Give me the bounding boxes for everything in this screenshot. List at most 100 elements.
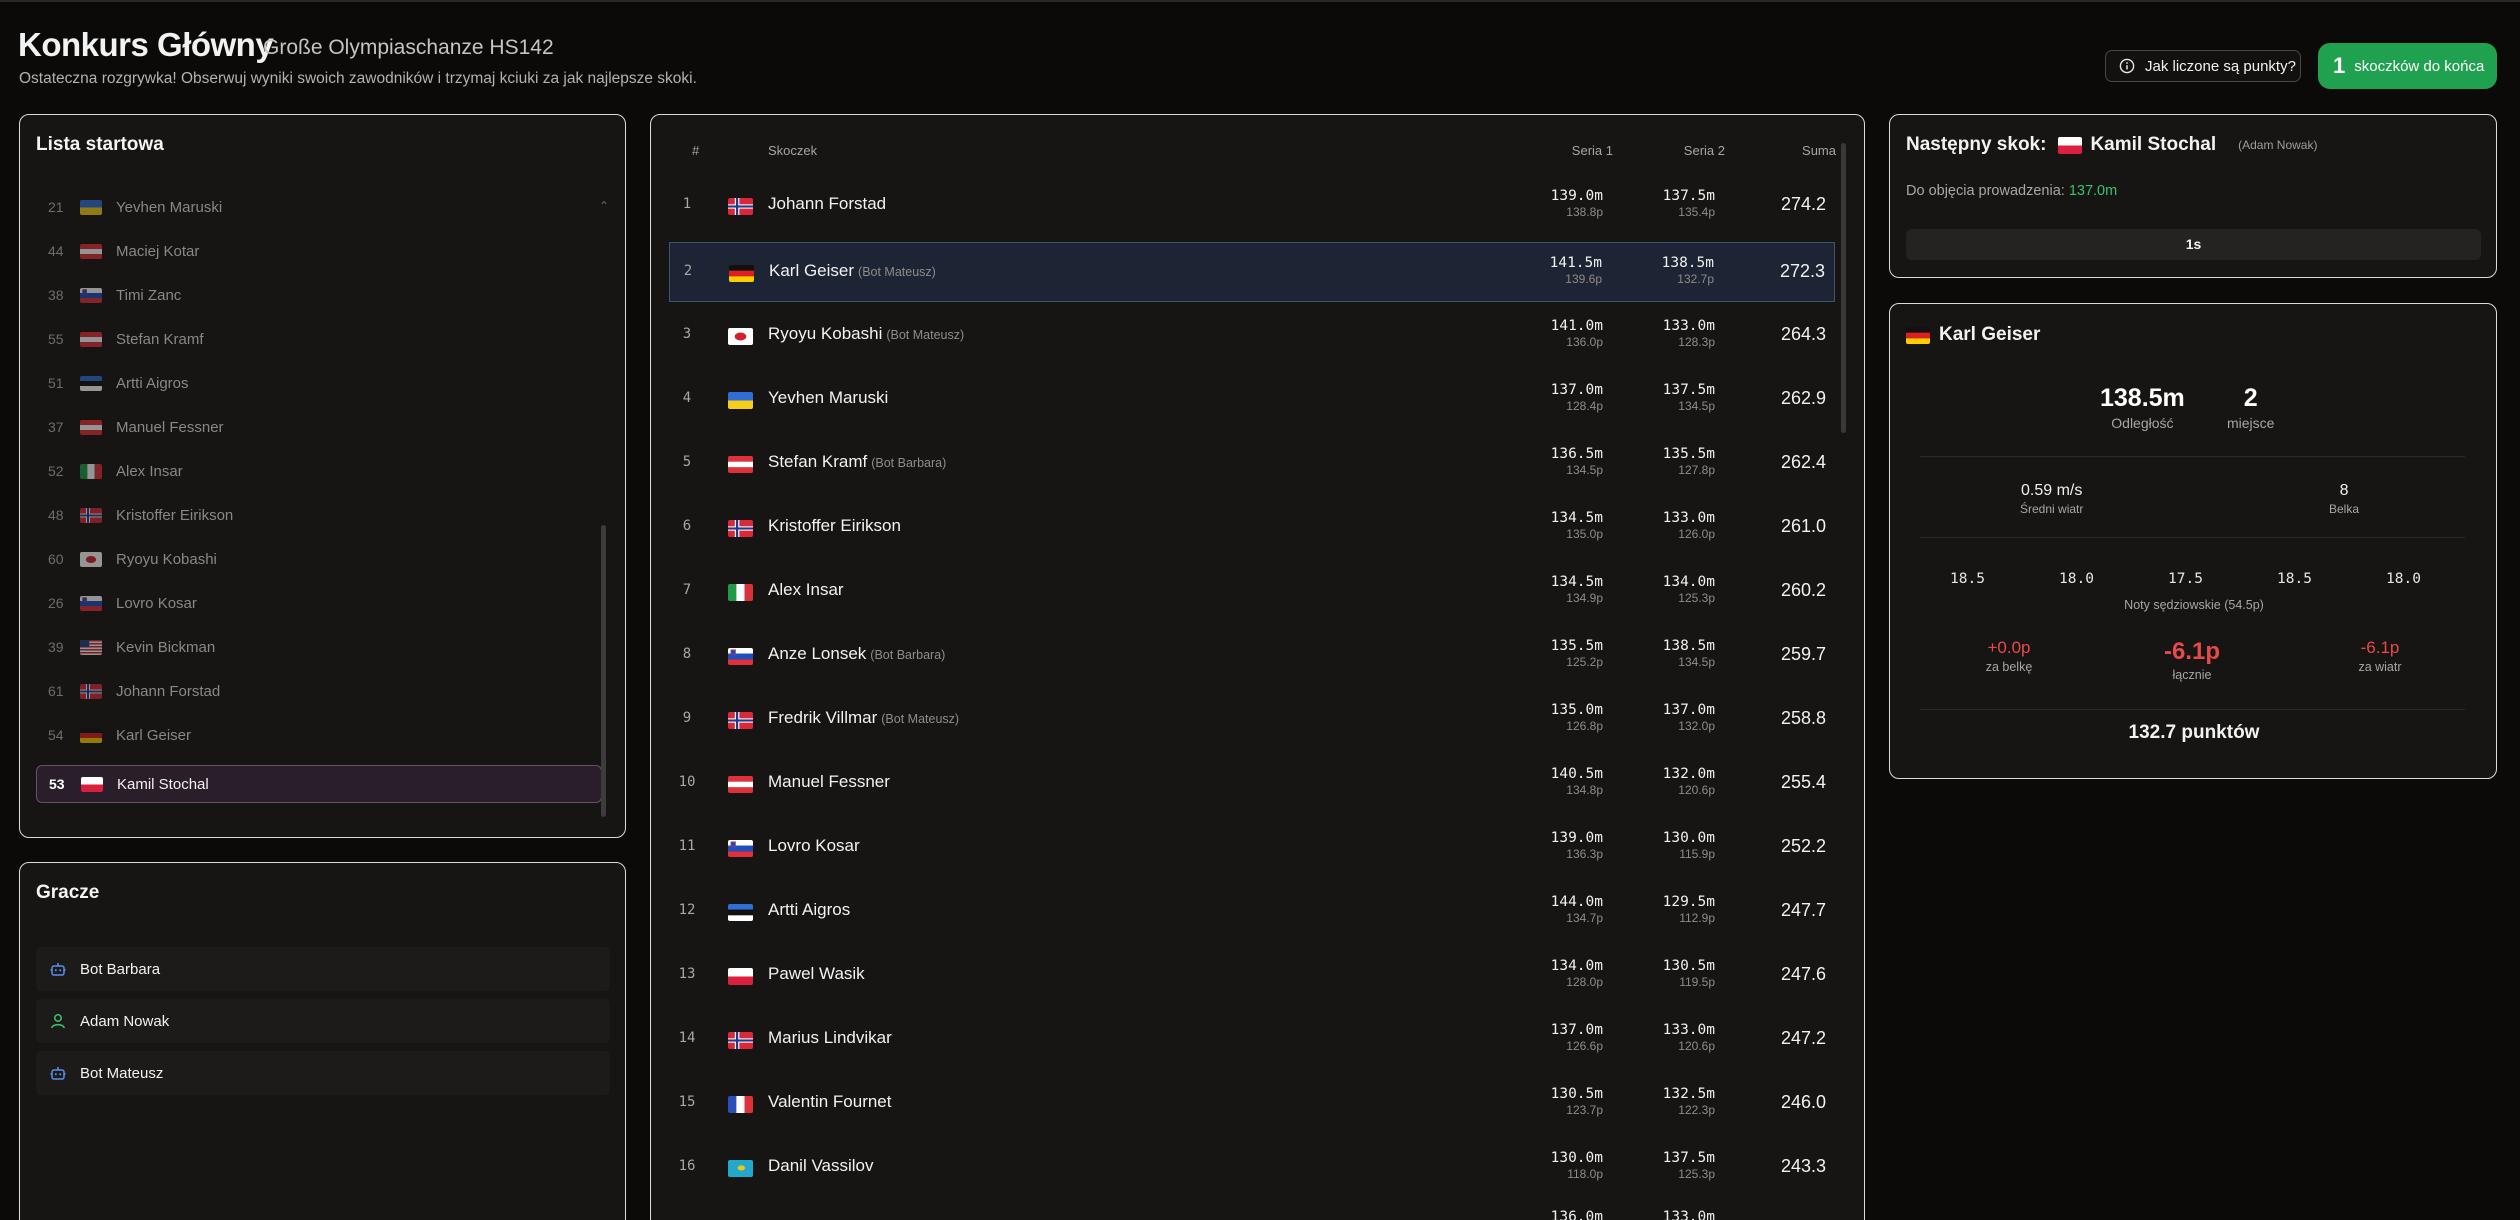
jumper-name: Timi Zanc — [116, 286, 182, 304]
start-list-item[interactable]: 61 Johann Forstad — [36, 669, 619, 713]
table-row[interactable]: 14 Marius Lindvikar 137.0m 126.6p 133.0m 120.… — [669, 1010, 1835, 1070]
distance-label: Odległość — [2111, 415, 2174, 431]
rank: 2 — [683, 263, 693, 279]
jumper-name: Artti Aigros — [116, 374, 189, 392]
table-row[interactable]: 7 Alex Insar 134.5m 134.9p 134.0m 125.3p 260.2 — [669, 562, 1835, 622]
total-compensation-label: łącznie — [2172, 668, 2212, 682]
table-row[interactable]: 1 Johann Forstad 139.0m 138.8p 137.5m 135.4p 2… — [669, 176, 1835, 236]
flag-icon — [80, 639, 102, 655]
rank: 13 — [678, 966, 696, 982]
gate-points-value: +0.0p — [1987, 638, 2031, 657]
jumper-name: Manuel Fessner — [116, 418, 224, 436]
round1-distance: 144.0m — [1550, 894, 1603, 910]
start-list-item[interactable]: 60 Ryoyu Kobashi — [36, 537, 619, 581]
total-compensation: -6.1p łącznie — [2152, 638, 2232, 682]
flag-icon — [80, 419, 102, 435]
round2-points: 126.0p — [1678, 527, 1715, 541]
round2-points: 127.8p — [1678, 463, 1715, 477]
rank: 6 — [682, 518, 692, 534]
detail-title: Karl Geiser — [1906, 324, 2040, 346]
round1-distance: 141.5m — [1549, 255, 1602, 271]
round2-cell: 132.5m 122.3p — [1663, 1086, 1715, 1117]
start-list-item[interactable]: 38 Timi Zanc — [36, 273, 619, 317]
start-list-item[interactable]: 44 Maciej Kotar — [36, 229, 619, 273]
jumper-name: Kevin Bickman — [116, 638, 216, 656]
results-scrollbar[interactable] — [1841, 143, 1846, 433]
jumper-name: Fredrik Villmar — [768, 708, 878, 727]
round1-cell: 136.0m — [1551, 1209, 1603, 1220]
start-list-item-current[interactable]: 53 Kamil Stochal — [36, 765, 602, 803]
table-row[interactable]: 11 Lovro Kosar 139.0m 136.3p 130.0m 115.9p 252… — [669, 818, 1835, 878]
judge-score: 18.0 — [2059, 571, 2094, 587]
remaining-label: skoczków do końca — [2354, 57, 2485, 75]
flag-icon — [80, 683, 102, 699]
bib-number: 37 — [48, 419, 64, 435]
total-score: 264.3 — [1780, 324, 1826, 344]
table-row[interactable]: 5 Stefan Kramf (Bot Barbara) 136.5m 134.5p 13… — [669, 434, 1835, 494]
owner: (Bot Barbara) — [871, 456, 947, 470]
jumper-name: Artti Aigros — [768, 900, 851, 919]
start-list-item[interactable]: 51 Artti Aigros — [36, 361, 619, 405]
how-points-label: Jak liczone są punkty? — [2145, 57, 2296, 75]
jumper-name: Pawel Wasik — [768, 964, 865, 983]
table-row[interactable]: 136.0m 133.0m — [669, 1197, 1835, 1220]
player-item[interactable]: Adam Nowak — [36, 999, 610, 1043]
table-row[interactable]: 3 Ryoyu Kobashi (Bot Mateusz) 141.0m 136.0p 1… — [669, 306, 1835, 366]
owner: (Bot Mateusz) — [886, 328, 965, 342]
how-points-button[interactable]: Jak liczone są punkty? — [2105, 50, 2301, 82]
table-row[interactable]: 4 Yevhen Maruski 137.0m 128.4p 137.5m 134.5p 2… — [669, 370, 1835, 430]
table-row[interactable]: 15 Valentin Fournet 130.5m 123.7p 132.5m 122.… — [669, 1074, 1835, 1134]
start-list-item[interactable]: 37 Manuel Fessner — [36, 405, 619, 449]
start-list-scrollbar[interactable] — [601, 525, 606, 817]
jumper-cell: Artti Aigros — [768, 900, 854, 920]
table-row[interactable]: 10 Manuel Fessner 140.5m 134.8p 132.0m 120.6p… — [669, 754, 1835, 814]
table-row[interactable]: 13 Pawel Wasik 134.0m 128.0p 130.5m 119.5p 247… — [669, 946, 1835, 1006]
flag-icon — [80, 463, 102, 479]
round2-distance: 130.0m — [1662, 830, 1715, 846]
table-row[interactable]: 16 Danil Vassilov 130.0m 118.0p 137.5m 125.3p… — [669, 1138, 1835, 1198]
round2-distance: 138.5m — [1661, 255, 1714, 271]
round1-distance: 130.0m — [1550, 1150, 1603, 1166]
flag-icon — [2058, 136, 2083, 154]
flag-icon — [80, 331, 102, 347]
table-row[interactable]: 6 Kristoffer Eirikson 134.5m 135.0p 133.0m 12… — [669, 498, 1835, 558]
round1-cell: 141.5m 139.6p — [1550, 255, 1602, 286]
player-item[interactable]: Bot Barbara — [36, 947, 610, 991]
start-list-item[interactable]: 48 Kristoffer Eirikson — [36, 493, 619, 537]
start-list-item[interactable]: 55 Stefan Kramf — [36, 317, 619, 361]
round1-distance: 136.0m — [1550, 1209, 1603, 1220]
round1-points: 134.9p — [1566, 591, 1603, 605]
start-list-item[interactable]: 52 Alex Insar — [36, 449, 619, 493]
start-list-panel[interactable]: Lista startowa ⌃ 21 Yevhen Maruski 44 Macie… — [19, 114, 626, 838]
player-item[interactable]: Bot Mateusz — [36, 1051, 610, 1095]
bib-number: 44 — [48, 243, 64, 259]
start-list-item[interactable]: 21 Yevhen Maruski — [36, 185, 619, 229]
rank: 10 — [678, 774, 696, 790]
player-name: Bot Mateusz — [80, 1064, 164, 1082]
round1-points: 125.2p — [1566, 655, 1603, 669]
jumper-name: Alex Insar — [116, 462, 183, 480]
flag-icon — [728, 840, 753, 857]
flag-icon — [729, 265, 754, 282]
flag-icon — [728, 456, 753, 473]
jumper-name: Ryoyu Kobashi — [116, 550, 217, 568]
table-row[interactable]: 2 Karl Geiser (Bot Mateusz) 141.5m 139.6p 138… — [669, 242, 1835, 302]
jumper-name: Manuel Fessner — [768, 772, 890, 791]
table-row[interactable]: 9 Fredrik Villmar (Bot Mateusz) 135.0m 126.8… — [669, 690, 1835, 750]
table-row[interactable]: 8 Anze Lonsek (Bot Barbara) 135.5m 125.2p 138… — [669, 626, 1835, 686]
start-list-item[interactable]: 54 Karl Geiser — [36, 713, 619, 757]
round2-points: 119.5p — [1679, 975, 1715, 989]
start-list-item[interactable]: 39 Kevin Bickman — [36, 625, 619, 669]
flag-icon — [728, 198, 753, 215]
bib-number: 52 — [48, 463, 64, 479]
flag-icon — [728, 776, 753, 793]
round2-distance: 133.0m — [1662, 318, 1715, 334]
round1-cell: 134.5m 135.0p — [1551, 510, 1603, 541]
start-list-item[interactable]: 26 Lovro Kosar — [36, 581, 619, 625]
jumper-cell: Danil Vassilov — [768, 1156, 878, 1176]
jumper-name: Stefan Kramf — [116, 330, 204, 348]
jumper-name: Valentin Fournet — [768, 1092, 892, 1111]
round2-points: 135.4p — [1678, 205, 1715, 219]
table-row[interactable]: 12 Artti Aigros 144.0m 134.7p 129.5m 112.9p 24… — [669, 882, 1835, 942]
round2-distance: 138.5m — [1662, 638, 1715, 654]
